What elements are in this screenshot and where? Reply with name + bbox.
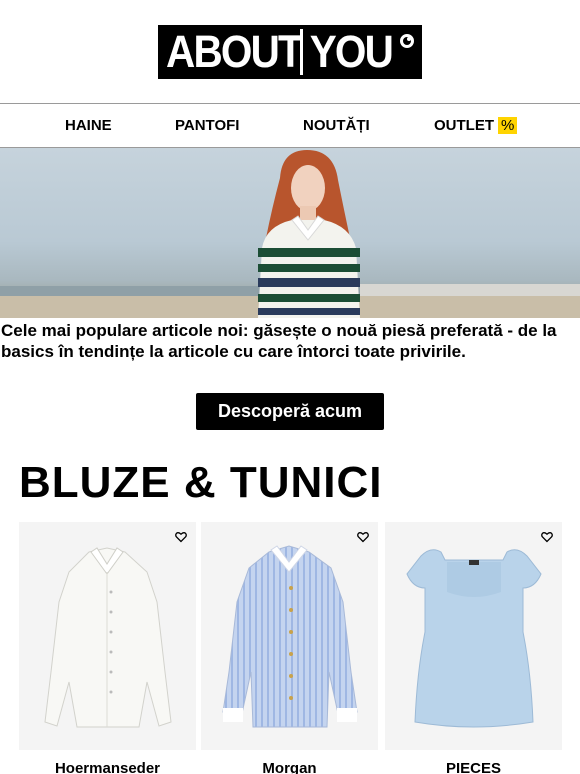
hero-model-image	[258, 150, 360, 318]
product-card[interactable]	[19, 522, 196, 750]
discover-now-button[interactable]: Descoperă acum	[196, 393, 384, 430]
heart-icon[interactable]	[357, 531, 369, 543]
intro-text: Cele mai populare articole noi: găsește …	[1, 321, 557, 361]
product-brand[interactable]: Morgan	[201, 760, 378, 774]
hero-banner[interactable]	[0, 148, 580, 318]
product-card[interactable]	[385, 522, 562, 750]
header: ABOUT YOU	[0, 0, 580, 104]
nav-item-outlet[interactable]: OUTLET%	[434, 117, 518, 135]
logo-ring-icon	[400, 34, 414, 48]
nav-item-outlet-label: OUTLET	[434, 117, 494, 134]
logo-divider	[300, 29, 303, 75]
nav-item-haine[interactable]: HAINE	[65, 117, 112, 135]
nav-item-noutati[interactable]: NOUTĂȚI	[303, 117, 370, 135]
outlet-percent-badge: %	[498, 117, 518, 134]
heart-icon[interactable]	[175, 531, 187, 543]
about-you-logo[interactable]: ABOUT YOU	[158, 25, 422, 79]
section-title: BLUZE & TUNICI	[19, 458, 383, 507]
product-image-blue-top	[406, 549, 542, 728]
product-image-striped-shirt	[222, 545, 358, 728]
heart-icon[interactable]	[541, 531, 553, 543]
product-brand[interactable]: PIECES	[385, 760, 562, 774]
main-nav: HAINE PANTOFI NOUTĂȚI OUTLET%	[0, 103, 580, 148]
nav-item-pantofi[interactable]: PANTOFI	[175, 117, 239, 135]
product-card[interactable]	[201, 522, 378, 750]
logo-text: ABOUT YOU	[166, 26, 394, 77]
product-image-white-blouse	[44, 547, 172, 728]
product-brand[interactable]: Hoermanseder	[19, 760, 196, 774]
